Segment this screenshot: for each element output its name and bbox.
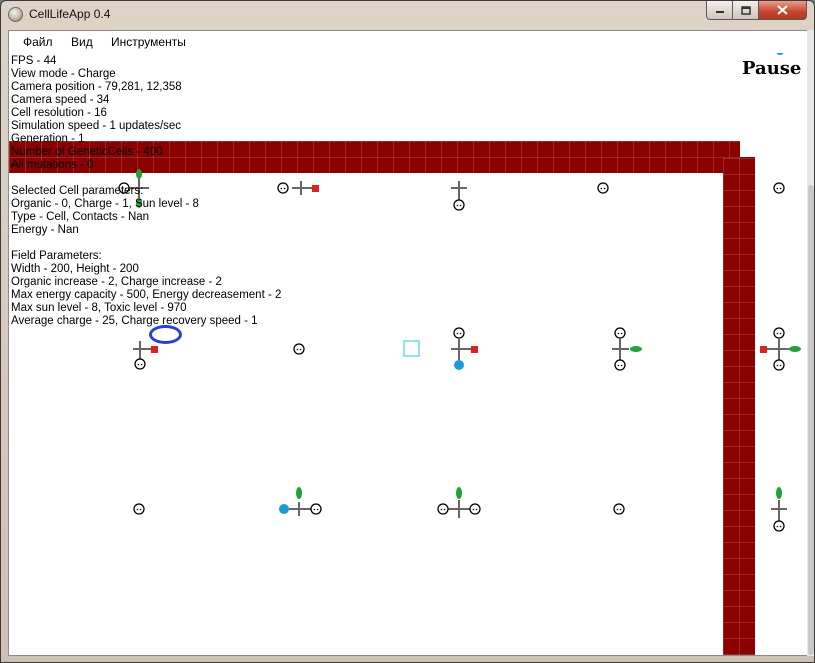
scroll-thumb[interactable] bbox=[808, 185, 814, 655]
vertical-scrollbar[interactable] bbox=[807, 30, 814, 656]
stat-fps: FPS - 44 bbox=[11, 55, 57, 67]
cell-mid-2[interactable] bbox=[293, 343, 305, 355]
simulation-field[interactable]: FPS - 44 View mode - Charge Camera posit… bbox=[9, 53, 807, 655]
title-bar[interactable]: CellLifeApp 0.4 bbox=[1, 1, 814, 29]
cell-mid-5[interactable] bbox=[760, 327, 801, 371]
selected-cell-energy: Energy - Nan bbox=[11, 224, 79, 236]
field-organic: Organic increase - 2, Charge increase - … bbox=[11, 276, 222, 288]
cell-offscreen-ball bbox=[776, 53, 784, 55]
cell-bottom-1[interactable] bbox=[133, 503, 145, 515]
stat-simulation-speed: Simulation speed - 1 updates/sec bbox=[11, 120, 182, 132]
menu-file[interactable]: Файл bbox=[23, 35, 53, 49]
field-size: Width - 200, Height - 200 bbox=[11, 263, 139, 275]
stat-generation: Generation - 1 bbox=[11, 133, 85, 145]
field-charge: Average charge - 25, Charge recovery spe… bbox=[11, 315, 258, 327]
maximize-button[interactable] bbox=[732, 1, 759, 20]
cell-top-5[interactable] bbox=[773, 182, 785, 194]
cell-bottom-3[interactable] bbox=[437, 487, 481, 518]
cell-mid-4[interactable] bbox=[612, 327, 642, 371]
menu-bar: Файл Вид Инструменты bbox=[9, 31, 807, 53]
field-energy: Max energy capacity - 500, Energy decrea… bbox=[11, 289, 282, 301]
cell-mid-3[interactable] bbox=[451, 327, 478, 370]
pause-label: Pause bbox=[742, 58, 802, 79]
close-button[interactable] bbox=[758, 1, 807, 20]
field-sun-toxic: Max sun level - 8, Toxic level - 970 bbox=[11, 302, 187, 314]
stat-genetic-cells: Number of GeneticCells - 400 bbox=[11, 146, 163, 158]
minimize-icon bbox=[715, 11, 724, 13]
menu-view[interactable]: Вид bbox=[71, 35, 93, 49]
selected-cell-organic: Organic - 0, Charge - 1, Sun level - 8 bbox=[11, 198, 199, 210]
stat-camera-speed: Camera speed - 34 bbox=[11, 94, 110, 106]
cell-top-2[interactable] bbox=[277, 181, 319, 195]
cell-bottom-4[interactable] bbox=[613, 503, 625, 515]
menu-tools[interactable]: Инструменты bbox=[111, 35, 186, 49]
window-title: CellLifeApp 0.4 bbox=[29, 7, 111, 21]
stats-overlay: FPS - 44 View mode - Charge Camera posit… bbox=[11, 55, 281, 328]
cell-bottom-5[interactable] bbox=[771, 487, 787, 532]
client-area: Файл Вид Инструменты FPS - 44 View mode … bbox=[8, 30, 808, 656]
stat-cell-resolution: Cell resolution - 16 bbox=[11, 107, 107, 119]
selected-cell-type: Type - Cell, Contacts - Nan bbox=[11, 211, 150, 223]
minimize-button[interactable] bbox=[706, 1, 733, 20]
maximize-icon bbox=[740, 5, 751, 15]
cell-top-3[interactable] bbox=[451, 181, 467, 211]
cell-bottom-2[interactable] bbox=[279, 487, 322, 516]
field-params-header: Field Parameters: bbox=[11, 250, 102, 262]
close-icon bbox=[777, 5, 788, 15]
app-icon bbox=[8, 7, 23, 22]
stat-mutations: All mutations - 0 bbox=[11, 159, 94, 171]
selected-cell-header: Selected Cell parameters: bbox=[11, 185, 144, 197]
selection-box[interactable] bbox=[403, 340, 420, 357]
cell-mid-1[interactable] bbox=[133, 341, 158, 370]
stat-view-mode: View mode - Charge bbox=[11, 68, 116, 80]
cell-top-4[interactable] bbox=[597, 182, 609, 194]
highlight-ring bbox=[149, 325, 182, 344]
app-window: CellLifeApp 0.4 Файл Вид Инструменты FPS… bbox=[0, 0, 815, 663]
stat-camera-position: Camera position - 79,281, 12,358 bbox=[11, 81, 182, 93]
